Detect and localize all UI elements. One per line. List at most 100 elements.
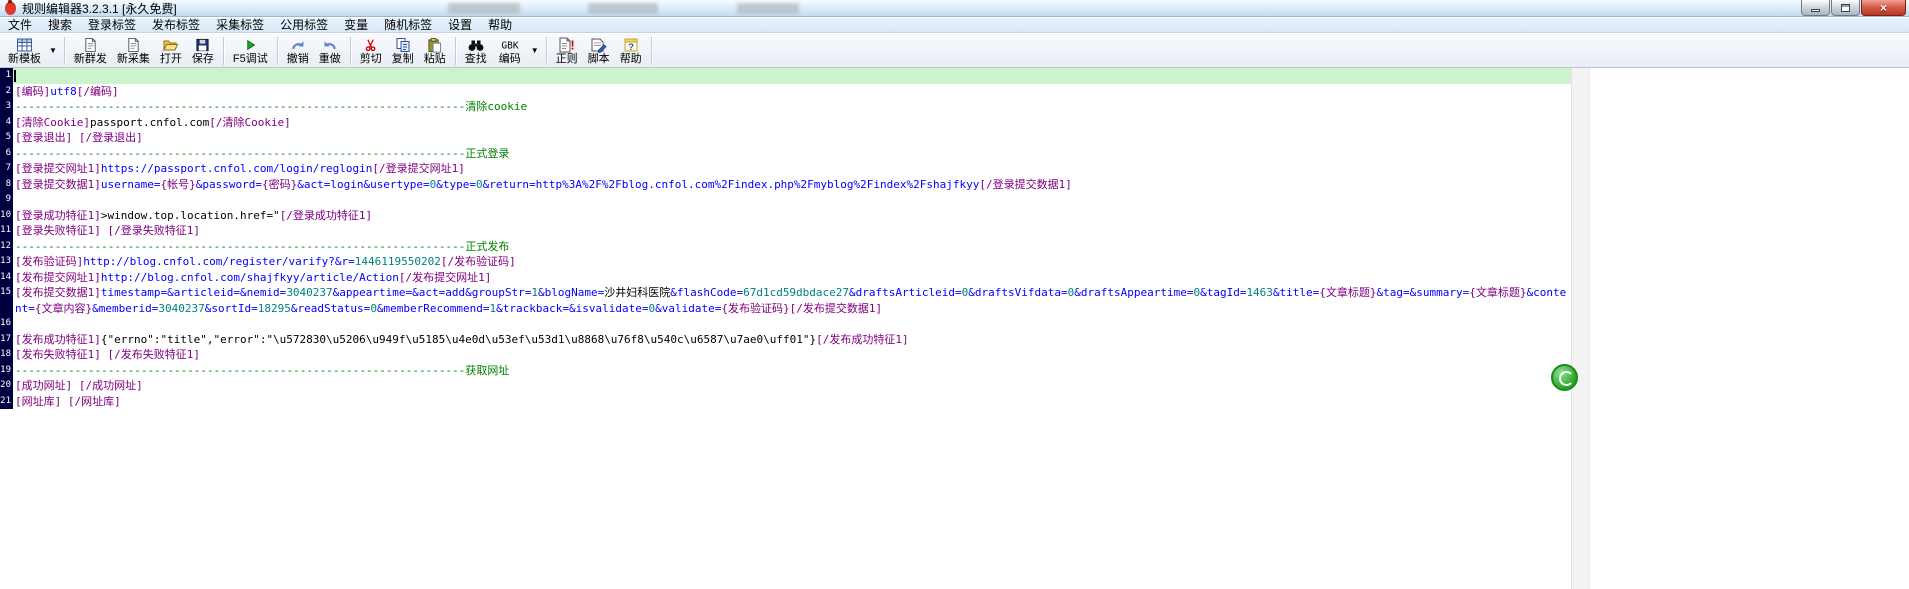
help-icon: ? [623,36,639,53]
toolbar-button-label: 重做 [318,53,341,65]
menu-item-3[interactable]: 登录标签 [80,18,144,33]
line-text[interactable]: [成功网址] [/成功网址] [13,378,1572,394]
line-number: 9 [0,192,13,208]
chevron-down-icon[interactable]: ▼ [528,46,542,55]
line-text[interactable]: [登录提交网址1]https://passport.cnfol.com/logi… [13,161,1572,177]
line-number: 5 [0,130,13,146]
editor-line-3: 3 ---------------------------------------… [0,99,1572,115]
line-text[interactable]: [登录失败特征1] [/登录失败特征1] [13,223,1572,239]
line-text[interactable]: [清除Cookie]passport.cnfol.com[/清除Cookie] [13,115,1572,131]
toolbar: 新模板 ▼ 新群发 新采集 打开 保存 F5调试撤销 重做 剪切 复制 粘贴 查找 GBK 编码 ▼ ! 正则脚… [0,34,1909,68]
toolbar-button-paste[interactable]: 粘贴 [419,35,451,66]
line-text[interactable]: ----------------------------------------… [13,239,1572,255]
code-segment: [编码] [15,84,51,98]
editor-line-17: 17 [发布成功特征1]{"errno":"title","error":"\u5… [0,331,1572,348]
svg-text:!: ! [571,38,575,53]
toolbar-separator [454,36,456,65]
scrollbar[interactable] [1571,68,1589,589]
line-text[interactable]: [发布提交数据1]timestamp=&articleid=&nemid=304… [13,285,1572,316]
doc-new-icon [83,36,98,53]
redacted-blur [588,3,658,14]
line-text[interactable]: [编码]utf8[/编码] [13,84,1572,100]
toolbar-button-doc-new[interactable]: 新采集 [112,35,155,66]
code-segment: [登录提交数据1] [15,177,101,191]
undo-icon [290,36,306,53]
toolbar-button-doc-script[interactable]: 脚本 [583,35,615,66]
editor-line-14: 14 [发布提交网址1]http://blog.cnfol.com/shajfky… [0,269,1572,286]
line-text[interactable]: [发布提交网址1]http://blog.cnfol.com/shajfkyy/… [13,270,1572,286]
menu-item-8[interactable]: 随机标签 [376,18,440,33]
code-segment: &blogName= [537,286,605,299]
toolbar-separator [650,36,652,65]
floating-badge[interactable] [1551,364,1578,391]
toolbar-button-binoculars[interactable]: 查找 [460,35,492,66]
toolbar-button-undo[interactable]: 撤销 [282,35,314,66]
close-icon: × [1879,0,1887,15]
code-segment: 3040237 [286,286,333,299]
menu-item-2[interactable]: 搜索 [40,18,80,33]
maximize-button[interactable] [1831,0,1860,16]
menu-item-1[interactable]: 文件 [0,18,40,33]
code-segment: ----------------------------------------… [15,239,510,253]
menu-item-10[interactable]: 帮助 [480,18,520,33]
toolbar-button-doc-exclaim[interactable]: ! 正则 [551,35,583,66]
code-segment: &draftsArticleid= [849,286,962,299]
toolbar-button-label: 保存 [191,53,214,65]
line-text[interactable]: [网址库] [/网址库] [13,394,1572,410]
code-segment: [成功网址] [15,379,73,392]
toolbar-button-label: 撤销 [286,53,309,65]
toolbar-separator [349,36,351,65]
line-number: 1 [0,68,13,84]
toolbar-button-folder-open[interactable]: 打开 [155,35,187,66]
toolbar-button-scissors[interactable]: 剪切 [355,35,387,66]
minimize-button[interactable] [1801,0,1830,16]
menu-item-9[interactable]: 设置 [440,18,480,33]
folder-open-icon [162,36,179,53]
line-text[interactable] [13,68,1572,84]
line-text[interactable]: [发布失败特征1] [/发布失败特征1] [13,347,1572,363]
toolbar-button-label: 剪切 [359,53,382,65]
line-text[interactable]: [发布验证码]http://blog.cnfol.com/register/va… [13,254,1572,270]
toolbar-button-doc-new[interactable]: 新群发 [69,35,112,66]
code-segment: utf8 [50,84,77,98]
toolbar-button-template-grid[interactable]: 新模板 ▼ [3,35,60,66]
line-text[interactable]: ----------------------------------------… [13,99,1572,115]
line-number: 7 [0,161,13,177]
line-text[interactable] [13,316,1572,332]
line-text[interactable]: [登录退出] [/登录退出] [13,130,1572,146]
chevron-down-icon[interactable]: ▼ [46,46,60,55]
menu-item-4[interactable]: 发布标签 [144,18,208,33]
menu-item-6[interactable]: 公用标签 [272,18,336,33]
toolbar-button-help[interactable]: ? 帮助 [615,35,647,66]
toolbar-button-redo[interactable]: 重做 [314,35,346,66]
code-segment: 67d1cd59dbdace27 [743,286,850,299]
editor-line-13: 13 [发布验证码]http://blog.cnfol.com/register/… [0,254,1572,270]
code-segment: [/清除Cookie] [209,115,291,129]
toolbar-button-copy[interactable]: 复制 [387,35,419,66]
close-button[interactable]: × [1861,0,1906,16]
line-text[interactable]: ----------------------------------------… [13,363,1572,379]
line-text[interactable] [13,192,1572,208]
gbk-text-icon: GBK [497,36,523,53]
editor-line-16: 16 [0,316,1572,332]
line-text[interactable]: [登录提交数据1]username={帐号}&password={密码}&act… [13,177,1572,193]
line-text[interactable]: ----------------------------------------… [13,146,1572,162]
toolbar-button-floppy[interactable]: 保存 [187,35,219,66]
code-segment: 1 [531,286,538,299]
line-text[interactable]: [发布成功特征1]{"errno":"title","error":"\u572… [13,332,1572,348]
menu-item-5[interactable]: 采集标签 [208,18,272,33]
menu-item-7[interactable]: 变量 [336,18,376,33]
toolbar-button-play[interactable]: F5调试 [228,35,273,66]
toolbar-button-gbk-text[interactable]: GBK 编码 ▼ [492,35,542,66]
code-segment: [网址库] [15,394,62,408]
toolbar-button-label: 查找 [464,53,487,65]
line-text[interactable]: [登录成功特征1]>window.top.location.href="[/登录… [13,208,1572,224]
toolbar-button-label: 粘贴 [423,53,446,65]
line-number: 14 [0,269,13,285]
code-segment: {帐号} [160,177,196,191]
code-segment: {文章标题} [1319,286,1377,299]
binoculars-icon [467,36,485,53]
window-title: 规则编辑器3.2.3.1 [永久免费] [22,1,177,16]
